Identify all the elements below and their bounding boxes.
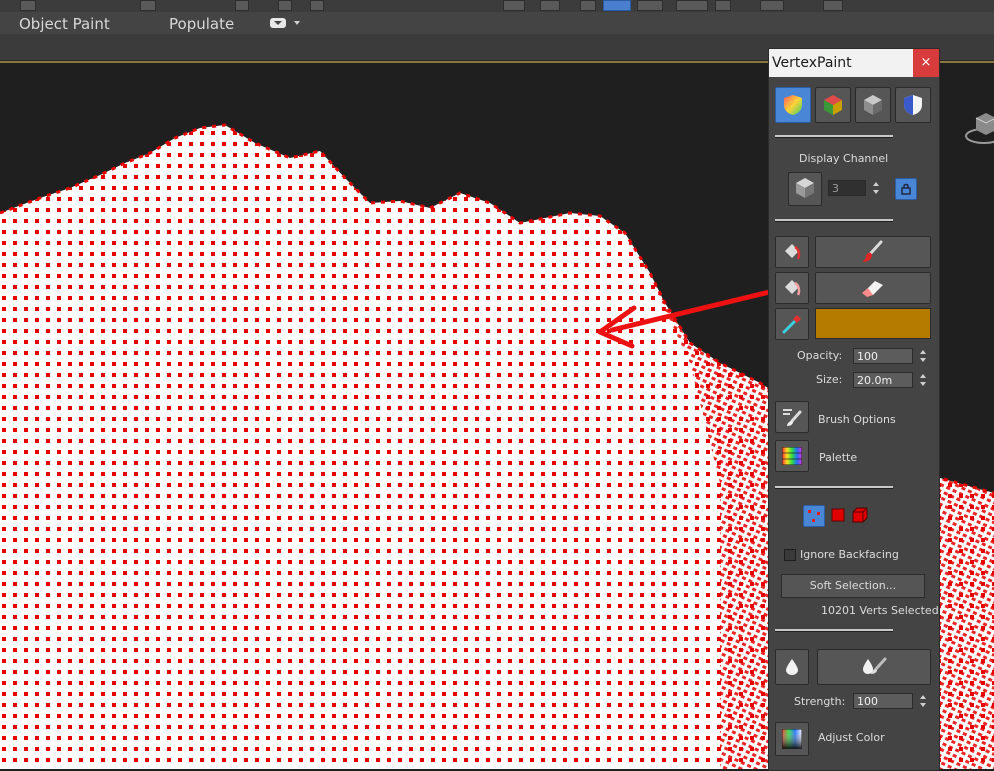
toolbar-button[interactable]: [235, 0, 249, 11]
toolbar-button[interactable]: [580, 0, 596, 11]
toolbar-button[interactable]: [637, 0, 663, 11]
cube-icon: [796, 178, 814, 198]
opacity-field[interactable]: 100: [853, 348, 913, 364]
vertexpaint-panel: VertexPaint × Display Channel 3 Opacity:…: [768, 48, 940, 771]
paint-bucket-icon: [785, 244, 801, 260]
strength-field[interactable]: 100: [853, 693, 913, 709]
display-channel-label: Display Channel: [799, 152, 889, 165]
face-select-icon[interactable]: [831, 508, 845, 522]
ribbon-bar: Object Paint Populate: [0, 12, 994, 34]
gray-mode-button[interactable]: [855, 87, 891, 123]
adjust-color-button[interactable]: [775, 722, 809, 756]
separator: [775, 219, 893, 222]
drop-icon: [786, 659, 798, 675]
element-select-icon[interactable]: [852, 507, 868, 523]
size-label: Size:: [816, 373, 843, 386]
toolbar-button-active[interactable]: [603, 0, 631, 11]
vertex-select-icon: [808, 510, 820, 522]
spinner-up-icon: [920, 350, 926, 354]
eraser-icon: [862, 281, 883, 297]
vertex-select-button[interactable]: [803, 505, 825, 527]
soft-selection-button[interactable]: Soft Selection...: [781, 574, 925, 598]
toolbar-button[interactable]: [715, 0, 731, 11]
display-channel-button[interactable]: [788, 172, 822, 206]
ignore-backfacing-label: Ignore Backfacing: [800, 548, 899, 561]
spinner-down-icon: [920, 358, 926, 362]
panel-titlebar[interactable]: VertexPaint ×: [769, 49, 939, 77]
toolbar-button[interactable]: [278, 0, 292, 11]
gray-mode-icon: [864, 95, 882, 115]
toolbar-button[interactable]: [676, 0, 708, 11]
strength-label: Strength:: [794, 695, 846, 708]
tab-object-paint[interactable]: Object Paint: [19, 15, 110, 33]
toolbar-button[interactable]: [310, 0, 324, 11]
channel-spinner[interactable]: [872, 180, 880, 196]
blur-brush-icon: [863, 657, 887, 674]
brush-options-icon: [783, 409, 802, 426]
erase-tool-button[interactable]: [775, 272, 809, 304]
paint-color-swatch[interactable]: [815, 308, 931, 339]
toolbar-button[interactable]: [140, 0, 156, 11]
toolbar-button[interactable]: [503, 0, 525, 11]
spinner-down-icon: [920, 382, 926, 386]
toolbar-button[interactable]: [760, 0, 784, 11]
opacity-label: Opacity:: [797, 349, 843, 362]
toolbar-button[interactable]: [823, 0, 843, 11]
color-mode-icon: [824, 95, 842, 115]
adjust-color-icon: [782, 729, 802, 749]
palette-label: Palette: [819, 451, 858, 464]
verts-selected-status: 10201 Verts Selected: [821, 604, 939, 617]
close-icon: ×: [920, 55, 932, 70]
separator: [775, 629, 893, 632]
spinner-down-icon: [920, 703, 926, 707]
size-spinner[interactable]: [919, 372, 927, 388]
shield-mode-icon: [904, 95, 922, 115]
paint-brush-button[interactable]: [815, 236, 931, 268]
paintbrush-icon: [863, 240, 883, 262]
ribbon-display-icon: [270, 18, 286, 28]
shield-mode-button[interactable]: [895, 87, 931, 123]
ribbon-dropdown[interactable]: [270, 17, 304, 31]
spinner-up-icon: [920, 695, 926, 699]
paint-mode-icon: [784, 95, 802, 115]
blur-tool-button[interactable]: [775, 649, 809, 685]
spinner-up-icon: [920, 374, 926, 378]
size-field[interactable]: 20.0m: [853, 372, 913, 388]
viewcube-icon[interactable]: [962, 108, 994, 148]
eraser-button[interactable]: [815, 272, 931, 304]
close-button[interactable]: ×: [913, 49, 939, 77]
brush-options-label: Brush Options: [818, 413, 896, 426]
blur-brush-button[interactable]: [817, 649, 931, 685]
palette-icon: [782, 447, 802, 465]
opacity-spinner[interactable]: [919, 348, 927, 364]
channel-lock-button[interactable]: [895, 178, 917, 200]
adjust-color-label: Adjust Color: [818, 731, 885, 744]
ignore-backfacing-checkbox[interactable]: [784, 549, 796, 561]
panel-title: VertexPaint: [772, 55, 852, 71]
spinner-up-icon: [873, 182, 879, 186]
color-mode-button[interactable]: [815, 87, 851, 123]
toolbar-button[interactable]: [20, 0, 36, 11]
spinner-down-icon: [873, 190, 879, 194]
toolbar-button[interactable]: [540, 0, 560, 11]
strength-spinner[interactable]: [919, 693, 927, 709]
palette-button[interactable]: [775, 440, 809, 472]
separator: [775, 486, 893, 489]
eyedropper-icon: [782, 315, 801, 334]
erase-bucket-icon: [785, 280, 801, 296]
separator: [775, 135, 893, 138]
paint-mode-button[interactable]: [775, 87, 811, 123]
brush-options-button[interactable]: [775, 401, 809, 433]
eyedropper-button[interactable]: [775, 308, 809, 340]
channel-number-field[interactable]: 3: [828, 180, 866, 196]
paint-tool-button[interactable]: [775, 236, 809, 268]
chevron-down-icon: [294, 21, 300, 25]
lock-icon: [901, 183, 911, 195]
tab-populate[interactable]: Populate: [169, 15, 234, 33]
